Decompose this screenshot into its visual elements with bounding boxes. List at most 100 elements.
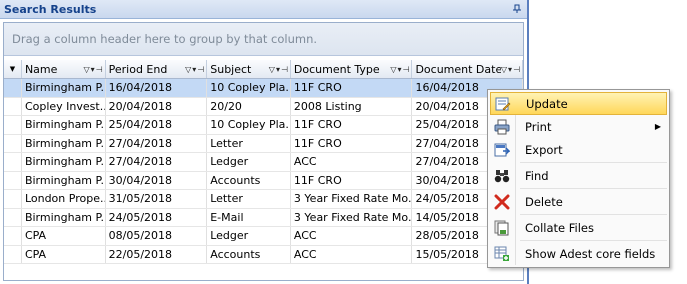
panel-titlebar: Search Results <box>0 0 527 19</box>
cell-document-type: 3 Year Fixed Rate Mo... <box>291 208 413 226</box>
column-header-document-date[interactable]: Document Date ▽ ▾ ⊣ <box>412 60 523 78</box>
row-indicator <box>4 245 22 263</box>
filter-icon[interactable]: ▽ <box>269 65 275 74</box>
cell-document-type: ACC <box>291 245 413 263</box>
cell-period-end: 27/04/2018 <box>106 153 208 171</box>
cell-period-end: 31/05/2018 <box>106 190 208 208</box>
cell-period-end: 30/04/2018 <box>106 171 208 189</box>
cell-subject: Accounts <box>207 171 291 189</box>
pin-column-icon[interactable]: ⊣ <box>197 65 204 74</box>
filter-icon[interactable]: ▽ <box>390 65 396 74</box>
cell-period-end: 08/05/2018 <box>106 227 208 245</box>
pin-column-icon[interactable]: ⊣ <box>96 65 103 74</box>
table-row[interactable]: Birmingham P... 25/04/2018 10 Copley Pla… <box>4 116 523 135</box>
row-indicator <box>4 134 22 152</box>
printer-icon <box>493 118 511 136</box>
grid-body: Birmingham P... 16/04/2018 10 Copley Pla… <box>4 79 523 264</box>
cell-name: CPA <box>22 227 106 245</box>
sort-icon[interactable]: ▾ <box>508 65 512 74</box>
cell-subject: 10 Copley Pla... <box>207 79 291 97</box>
submenu-arrow-icon: ▶ <box>654 122 661 131</box>
filter-icon[interactable]: ▽ <box>185 65 191 74</box>
search-results-panel: Search Results Drag a column header here… <box>0 0 529 284</box>
column-header-name[interactable]: Name ▽ ▾ ⊣ <box>22 60 106 78</box>
table-row[interactable]: Birmingham P... 27/04/2018 Letter 11F CR… <box>4 134 523 153</box>
menu-item-find[interactable]: Find <box>490 164 667 187</box>
delete-x-icon <box>493 193 511 211</box>
column-header-subject[interactable]: Subject ▽ ▾ ⊣ <box>207 60 291 78</box>
menu-item-update[interactable]: Update <box>490 92 667 115</box>
cell-document-type: 11F CRO <box>291 116 413 134</box>
cell-subject: 20/20 <box>207 97 291 115</box>
export-icon <box>493 141 511 159</box>
group-by-panel[interactable]: Drag a column header here to group by th… <box>4 23 523 56</box>
pin-column-icon[interactable]: ⊣ <box>402 65 409 74</box>
row-indicator <box>4 171 22 189</box>
cell-period-end: 24/05/2018 <box>106 208 208 226</box>
cell-subject: Letter <box>207 134 291 152</box>
cell-name: Birmingham P... <box>22 134 106 152</box>
table-row[interactable]: CPA 22/05/2018 Accounts ACC 15/05/2018 <box>4 245 523 264</box>
filter-icon[interactable]: ▽ <box>83 65 89 74</box>
cell-period-end: 16/04/2018 <box>106 79 208 97</box>
group-hint: Drag a column header here to group by th… <box>12 32 318 46</box>
pin-icon[interactable] <box>511 3 523 15</box>
menu-separator <box>520 162 667 163</box>
menu-separator <box>520 214 667 215</box>
context-menu: Update Print ▶ Export Find Delete Collat… <box>487 89 670 268</box>
sort-icon[interactable]: ▾ <box>276 65 280 74</box>
column-header-document-type[interactable]: Document Type ▽ ▾ ⊣ <box>291 60 413 78</box>
menu-item-show-adest-core-fields[interactable]: Show Adest core fields <box>490 242 667 265</box>
column-chooser-button[interactable]: ▼ <box>4 60 22 78</box>
filter-icon[interactable]: ▽ <box>501 65 507 74</box>
row-indicator <box>4 79 22 97</box>
add-fields-icon <box>493 245 511 263</box>
grid-header: ▼ Name ▽ ▾ ⊣ Period End ▽ ▾ ⊣ Subject ▽ ▾ ⊣ Docum… <box>4 60 523 79</box>
row-indicator <box>4 116 22 134</box>
cell-subject: 10 Copley Pla... <box>207 116 291 134</box>
cell-name: Birmingham P... <box>22 171 106 189</box>
row-indicator <box>4 153 22 171</box>
panel-title: Search Results <box>4 2 97 16</box>
menu-separator <box>520 240 667 241</box>
cell-name: London Prope... <box>22 190 106 208</box>
cell-document-type: 3 Year Fixed Rate Mo... <box>291 190 413 208</box>
menu-item-export[interactable]: Export <box>490 138 667 161</box>
cell-name: Birmingham P... <box>22 79 106 97</box>
update-icon <box>494 95 512 113</box>
cell-document-type: 11F CRO <box>291 171 413 189</box>
sort-icon[interactable]: ▾ <box>91 65 95 74</box>
collate-icon <box>493 219 511 237</box>
table-row[interactable]: Birmingham P... 16/04/2018 10 Copley Pla… <box>4 79 523 98</box>
pin-column-icon[interactable]: ⊣ <box>281 65 288 74</box>
pin-column-icon[interactable]: ⊣ <box>513 65 520 74</box>
table-row[interactable]: Birmingham P... 27/04/2018 Ledger ACC 27… <box>4 153 523 172</box>
cell-period-end: 20/04/2018 <box>106 97 208 115</box>
cell-name: CPA <box>22 245 106 263</box>
cell-period-end: 22/05/2018 <box>106 245 208 263</box>
table-row[interactable]: Copley Invest... 20/04/2018 20/20 2008 L… <box>4 97 523 116</box>
table-row[interactable]: Birmingham P... 30/04/2018 Accounts 11F … <box>4 171 523 190</box>
cell-period-end: 25/04/2018 <box>106 116 208 134</box>
table-row[interactable]: Birmingham P... 24/05/2018 E-Mail 3 Year… <box>4 208 523 227</box>
cell-name: Copley Invest... <box>22 97 106 115</box>
menu-item-collate-files[interactable]: Collate Files <box>490 216 667 239</box>
cell-subject: Letter <box>207 190 291 208</box>
cell-subject: E-Mail <box>207 208 291 226</box>
cell-period-end: 27/04/2018 <box>106 134 208 152</box>
menu-separator <box>520 188 667 189</box>
table-row[interactable]: London Prope... 31/05/2018 Letter 3 Year… <box>4 190 523 209</box>
row-indicator <box>4 97 22 115</box>
sort-icon[interactable]: ▾ <box>192 65 196 74</box>
cell-document-type: ACC <box>291 227 413 245</box>
cell-document-type: 11F CRO <box>291 134 413 152</box>
sort-icon[interactable]: ▾ <box>397 65 401 74</box>
results-grid: Drag a column header here to group by th… <box>3 22 524 281</box>
menu-item-print[interactable]: Print ▶ <box>490 115 667 138</box>
cell-name: Birmingham P... <box>22 208 106 226</box>
column-header-period-end[interactable]: Period End ▽ ▾ ⊣ <box>106 60 208 78</box>
table-row[interactable]: CPA 08/05/2018 Ledger ACC 28/05/2018 <box>4 227 523 246</box>
cell-document-type: 2008 Listing <box>291 97 413 115</box>
binoculars-icon <box>493 167 511 185</box>
menu-item-delete[interactable]: Delete <box>490 190 667 213</box>
